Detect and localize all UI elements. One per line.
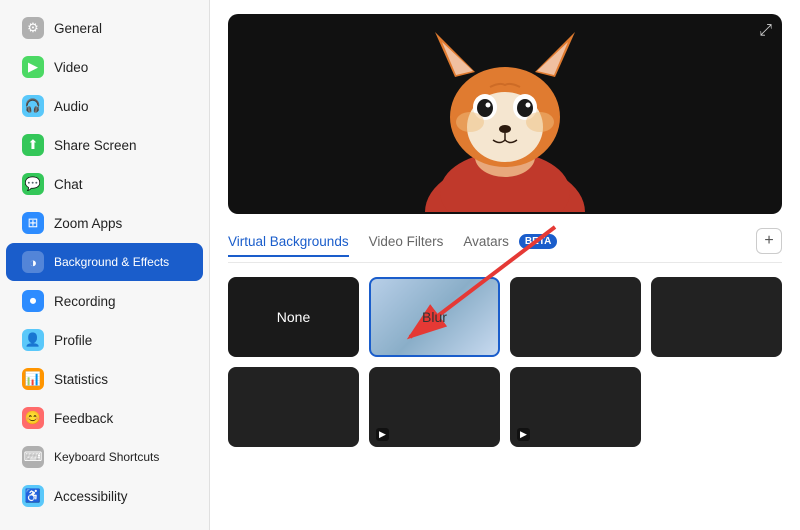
add-background-button[interactable]: + <box>756 228 782 254</box>
video-icon: ▶ <box>22 56 44 78</box>
sidebar-item-zoom-apps[interactable]: ⊞ Zoom Apps <box>6 204 203 242</box>
recording-icon: ⏺ <box>22 290 44 312</box>
bg-label-none: None <box>277 309 310 325</box>
sidebar-item-keyboard[interactable]: ⌨ Keyboard Shortcuts <box>6 438 203 476</box>
tab-avatars[interactable]: Avatars <box>463 234 509 257</box>
fox-svg <box>345 17 665 212</box>
bg-item-beach[interactable]: ▶ <box>510 367 641 447</box>
sidebar-item-feedback[interactable]: 😊 Feedback <box>6 399 203 437</box>
sidebar-item-label-keyboard: Keyboard Shortcuts <box>54 450 159 464</box>
feedback-icon: 😊 <box>22 407 44 429</box>
video-badge-beach: ▶ <box>517 428 530 441</box>
sidebar-item-label-chat: Chat <box>54 177 83 192</box>
sidebar-item-label-accessibility: Accessibility <box>54 489 128 504</box>
sidebar-item-label-background: Background & Effects <box>54 255 169 269</box>
background-icon: ◑ <box>22 251 44 273</box>
sidebar-item-profile[interactable]: 👤 Profile <box>6 321 203 359</box>
audio-icon: 🎧 <box>22 95 44 117</box>
tab-virtual-backgrounds[interactable]: Virtual Backgrounds <box>228 234 349 257</box>
statistics-icon: 📊 <box>22 368 44 390</box>
sidebar-item-label-general: General <box>54 21 102 36</box>
sidebar-item-background[interactable]: ◑ Background & Effects <box>6 243 203 281</box>
backgrounds-grid: None Blur ▶ ▶ <box>228 277 782 447</box>
main-content: ⤢ Virtual Backgrounds Video Filters Avatar… <box>210 0 800 530</box>
accessibility-icon: ♿ <box>22 485 44 507</box>
sidebar-item-label-share-screen: Share Screen <box>54 138 137 153</box>
sidebar-item-accessibility[interactable]: ♿ Accessibility <box>6 477 203 515</box>
sidebar-item-statistics[interactable]: 📊 Statistics <box>6 360 203 398</box>
sidebar-item-label-feedback: Feedback <box>54 411 113 426</box>
bg-item-nature[interactable] <box>651 277 782 357</box>
sidebar-item-recording[interactable]: ⏺ Recording <box>6 282 203 320</box>
sidebar-item-label-statistics: Statistics <box>54 372 108 387</box>
sidebar-item-label-video: Video <box>54 60 88 75</box>
tabs-row: Virtual Backgrounds Video Filters Avatars B… <box>228 228 782 263</box>
video-preview: ⤢ <box>228 14 782 214</box>
keyboard-icon: ⌨ <box>22 446 44 468</box>
sidebar-item-label-audio: Audio <box>54 99 89 114</box>
zoom-apps-icon: ⊞ <box>22 212 44 234</box>
bg-item-blur[interactable]: Blur <box>369 277 500 357</box>
chat-icon: 💬 <box>22 173 44 195</box>
profile-icon: 👤 <box>22 329 44 351</box>
bg-item-aurora[interactable]: ▶ <box>369 367 500 447</box>
tab-video-filters[interactable]: Video Filters <box>369 234 444 257</box>
backgrounds-section: None Blur ▶ ▶ <box>228 277 782 447</box>
bg-label-blur: Blur <box>422 309 447 325</box>
sidebar: ⚙ General ▶ Video 🎧 Audio ⬆ Share Screen 💬 Chat ⊞ Z… <box>0 0 210 530</box>
sidebar-item-label-recording: Recording <box>54 294 116 309</box>
sidebar-item-share-screen[interactable]: ⬆ Share Screen <box>6 126 203 164</box>
bg-item-bridge[interactable] <box>510 277 641 357</box>
bg-item-space[interactable] <box>228 367 359 447</box>
fox-avatar-scene <box>228 14 782 214</box>
beta-badge: BETA <box>519 234 557 249</box>
share-screen-icon: ⬆ <box>22 134 44 156</box>
sidebar-item-video[interactable]: ▶ Video <box>6 48 203 86</box>
general-icon: ⚙ <box>22 17 44 39</box>
sidebar-item-audio[interactable]: 🎧 Audio <box>6 87 203 125</box>
sidebar-item-label-profile: Profile <box>54 333 92 348</box>
expand-icon[interactable]: ⤢ <box>759 22 772 40</box>
sidebar-item-general[interactable]: ⚙ General <box>6 9 203 47</box>
sidebar-item-chat[interactable]: 💬 Chat <box>6 165 203 203</box>
video-badge-aurora: ▶ <box>376 428 389 441</box>
bg-item-none[interactable]: None <box>228 277 359 357</box>
sidebar-item-label-zoom-apps: Zoom Apps <box>54 216 122 231</box>
